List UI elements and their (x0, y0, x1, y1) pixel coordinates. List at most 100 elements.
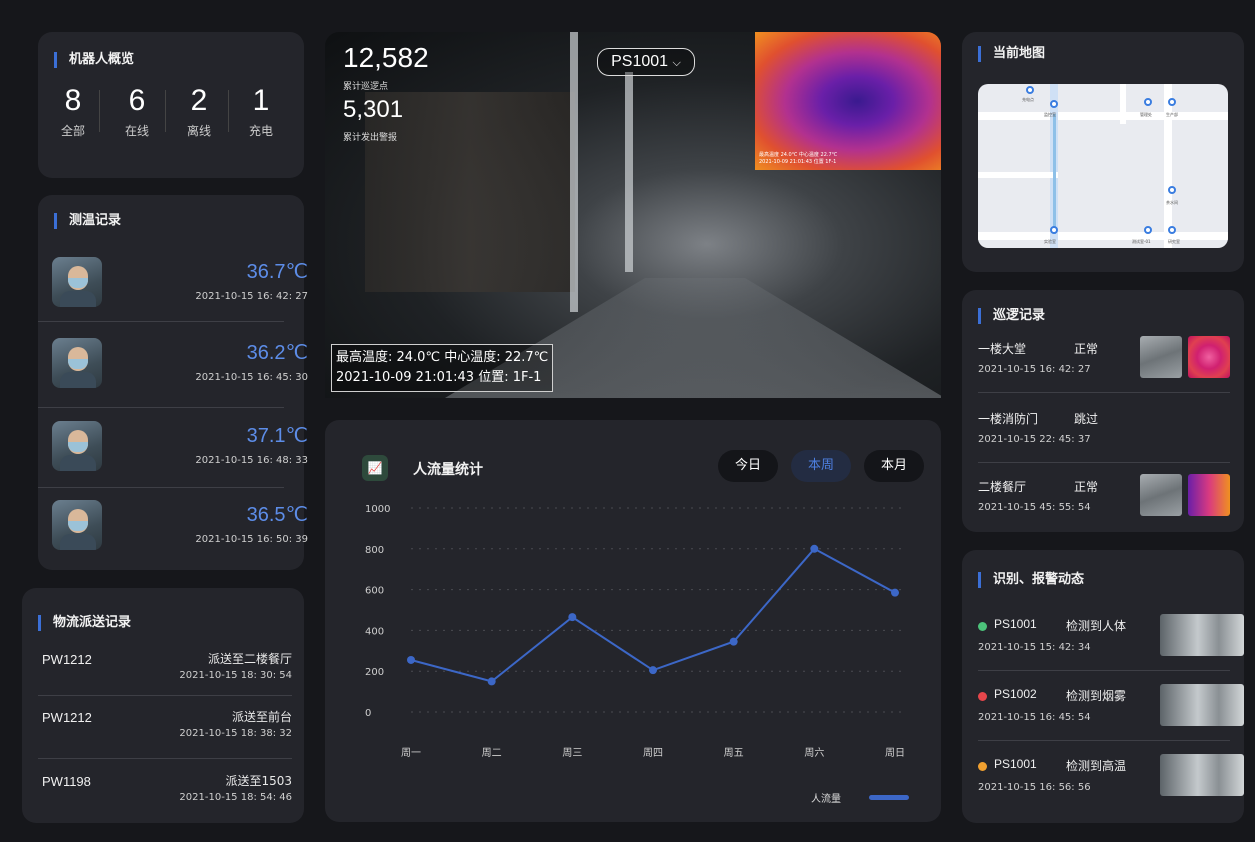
temp-record-row[interactable]: 36.7℃ 2021-10-15 16: 42: 27 (52, 247, 308, 327)
camera-time-location: 2021-10-09 21:01:43 位置: 1F-1 (336, 370, 542, 385)
map-pin[interactable] (1144, 226, 1152, 234)
data-point[interactable] (487, 677, 496, 686)
patrol-record-row[interactable]: 二楼餐厅 正常 2021-10-15 45: 55: 54 (978, 474, 1230, 536)
chevron-down-icon: ⌵ (672, 57, 681, 69)
patrol-place: 一楼消防门 (978, 412, 1039, 426)
stat-offline[interactable]: 2 离线 (164, 84, 234, 139)
robot-select-value: PS1001 (611, 53, 669, 70)
logistics-panel: 物流派送记录 PW1212 派送至二楼餐厅 2021-10-15 18: 30:… (22, 588, 304, 823)
divider (38, 758, 292, 759)
robot-code: PS1002 (994, 687, 1037, 701)
temperature-value: 36.5℃ (246, 504, 308, 526)
logistics-row[interactable]: PW1198 派送至1503 2021-10-15 18: 54: 46 (42, 768, 292, 828)
temp-records-panel: 测温记录 36.7℃ 2021-10-15 16: 42: 27 36.2℃ 2… (38, 195, 308, 570)
data-point[interactable] (810, 544, 819, 553)
robot-code: PS1001 (994, 757, 1037, 771)
delivery-destination: 派送至1503 (225, 774, 292, 788)
logistics-row[interactable]: PW1212 派送至二楼餐厅 2021-10-15 18: 30: 54 (42, 646, 292, 706)
patrol-records-panel: 巡逻记录 一楼大堂 正常 2021-10-15 16: 42: 27 一楼消防门… (962, 290, 1244, 532)
map-label: 实验室 (1044, 239, 1056, 244)
alarm-snapshot[interactable] (1160, 684, 1244, 726)
alarm-message: 检测到烟雾 (1066, 689, 1127, 703)
map-label: 茶水间 (1166, 200, 1178, 205)
divider (38, 487, 284, 488)
alarms-label: 累计发出警报 (343, 133, 398, 143)
patrol-record-row[interactable]: 一楼消防门 跳过 2021-10-15 22: 45: 37 (978, 406, 1230, 468)
data-point[interactable] (568, 613, 577, 622)
floor-map[interactable]: 充电点 监控室 管理处 生产部 茶水间 实验室 测试室-01 研究室 (978, 84, 1228, 248)
robot-code: PS1001 (994, 617, 1037, 631)
stat-online[interactable]: 6 在线 (102, 84, 172, 139)
stat-all[interactable]: 8 全部 (38, 84, 108, 139)
temperature-value: 36.7℃ (246, 261, 308, 283)
x-tick-label: 周三 (562, 747, 582, 759)
panel-title: 识别、报警动态 (978, 572, 1084, 588)
map-pin[interactable] (1144, 98, 1152, 106)
alarm-snapshot[interactable] (1160, 754, 1244, 796)
delivery-destination: 派送至二楼餐厅 (207, 652, 292, 666)
record-time: 2021-10-15 16: 50: 39 (195, 534, 308, 545)
map-pin[interactable] (1168, 186, 1176, 194)
status-dot (978, 692, 987, 701)
delivery-time: 2021-10-15 18: 38: 32 (179, 728, 292, 739)
temperature-value: 37.1℃ (246, 425, 308, 447)
legend-label: 人流量 (811, 794, 841, 805)
patrol-photo[interactable] (1140, 474, 1182, 516)
data-point[interactable] (891, 588, 899, 597)
patrol-thermal-photo[interactable] (1188, 336, 1230, 378)
map-panel: 当前地图 充电点 监控室 管理处 生产部 茶水间 实验室 测试室-01 研究室 (962, 32, 1244, 272)
temp-record-row[interactable]: 37.1℃ 2021-10-15 16: 48: 33 (52, 411, 308, 491)
map-label: 生产部 (1166, 112, 1178, 117)
alarms-count: 5,301 (343, 96, 404, 123)
x-tick-label: 周日 (885, 747, 905, 759)
stat-value: 6 (128, 84, 146, 117)
data-point[interactable] (729, 637, 738, 646)
map-pin[interactable] (1050, 226, 1058, 234)
map-pin[interactable] (1026, 86, 1034, 94)
patrol-place: 二楼餐厅 (978, 480, 1027, 494)
thermal-image[interactable]: 最高温度 24.0℃ 中心温度 22.7℃ 2021-10-09 21:01:4… (755, 32, 941, 170)
data-point[interactable] (649, 666, 657, 675)
alarm-snapshot[interactable] (1160, 614, 1244, 656)
divider (38, 695, 292, 696)
logistics-row[interactable]: PW1212 派送至前台 2021-10-15 18: 38: 32 (42, 704, 292, 764)
patrol-thermal-photo[interactable] (1188, 474, 1230, 516)
alarm-time: 2021-10-15 16: 56: 56 (978, 782, 1091, 793)
status-dot (978, 762, 987, 771)
temperature-value: 36.2℃ (246, 342, 308, 364)
map-pin[interactable] (1168, 226, 1176, 234)
stat-label: 全部 (60, 124, 85, 138)
order-code: PW1198 (42, 774, 91, 789)
stat-charging[interactable]: 1 充电 (226, 84, 296, 139)
patrol-photo[interactable] (1140, 336, 1182, 378)
x-tick-label: 周六 (804, 747, 824, 759)
divider (38, 321, 284, 322)
data-point[interactable] (407, 655, 415, 664)
robot-overview-panel: 机器人概览 8 全部 6 在线 2 离线 1 充电 (38, 32, 304, 178)
y-tick-label: 800 (365, 545, 384, 556)
patrol-time: 2021-10-15 22: 45: 37 (978, 434, 1091, 445)
patrol-record-row[interactable]: 一楼大堂 正常 2021-10-15 16: 42: 27 (978, 336, 1230, 398)
alarm-time: 2021-10-15 16: 45: 54 (978, 712, 1091, 723)
thermal-caption: 最高温度 24.0℃ 中心温度 22.7℃ 2021-10-09 21:01:4… (759, 152, 838, 165)
map-label: 充电点 (1022, 97, 1034, 102)
stat-value: 8 (64, 84, 82, 117)
divider (978, 462, 1230, 463)
map-pin[interactable] (1050, 100, 1058, 108)
camera-temp-info: 最高温度: 24.0℃ 中心温度: 22.7℃ (336, 350, 549, 365)
patrol-time: 2021-10-15 16: 42: 27 (978, 364, 1091, 375)
order-code: PW1212 (42, 652, 92, 667)
map-label: 监控室 (1044, 112, 1056, 117)
panel-title: 巡逻记录 (978, 308, 1045, 324)
temp-record-row[interactable]: 36.2℃ 2021-10-15 16: 45: 30 (52, 328, 308, 408)
alarm-row[interactable]: PS1001 检测到高温 2021-10-15 16: 56: 56 (978, 754, 1244, 820)
x-tick-label: 周五 (724, 747, 744, 759)
patrol-points-count: 12,582 (343, 42, 429, 73)
panel-title: 测温记录 (54, 213, 121, 229)
divider (978, 392, 1230, 393)
temp-record-row[interactable]: 36.5℃ 2021-10-15 16: 50: 39 (52, 490, 308, 570)
camera-feed[interactable]: 12,582 累计巡逻点 5,301 累计发出警报 PS1001 ⌵ 最高温度 … (325, 32, 941, 398)
map-label: 管理处 (1140, 112, 1152, 117)
robot-select-dropdown[interactable]: PS1001 ⌵ (597, 48, 695, 76)
map-pin[interactable] (1168, 98, 1176, 106)
